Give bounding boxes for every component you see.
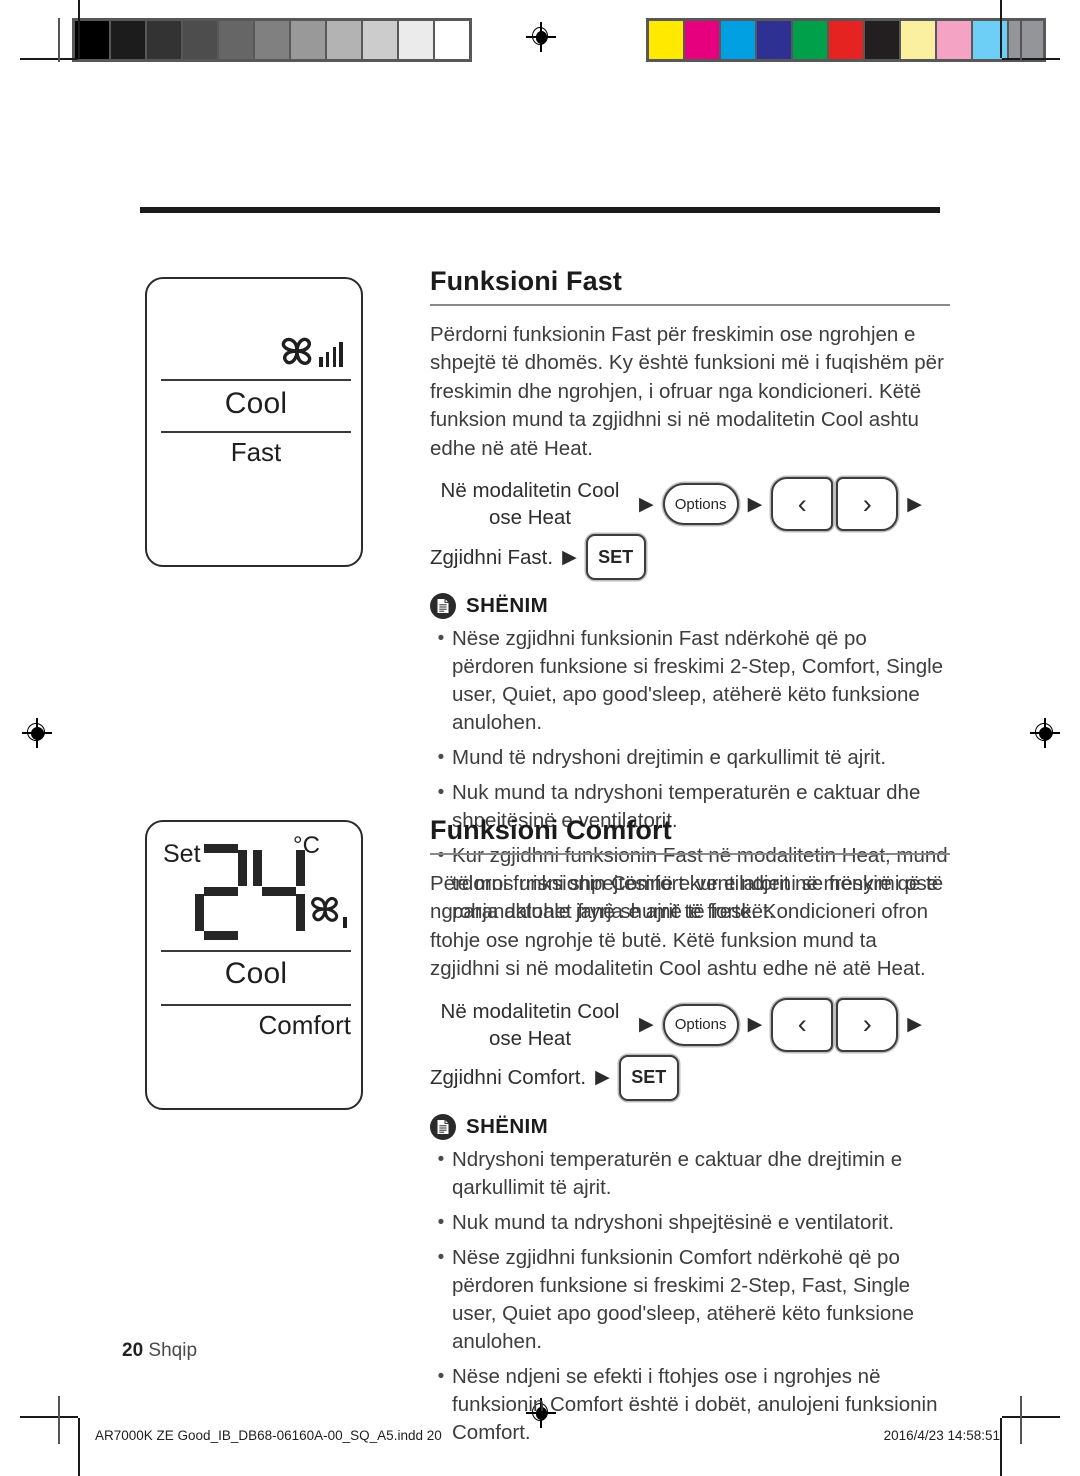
set-button[interactable]: SET (585, 534, 646, 581)
arrow-icon: ▶ (747, 493, 763, 515)
display-mode-label: Cool (224, 387, 288, 420)
print-timestamp: 2016/4/23 14:58:51 (883, 1428, 1000, 1443)
bullet-icon: • (437, 1246, 445, 1268)
note-title: SHËNIM (466, 1114, 549, 1138)
display-mode-label: Cool (224, 957, 288, 990)
step-select-label: Zgjidhni Comfort. (430, 1066, 587, 1090)
fast-step-instructions: Në modalitetin Cool ose Heat ▶ Options ▶… (430, 477, 950, 583)
arrow-icon: ▶ (639, 1014, 654, 1036)
bullet-icon: • (437, 747, 445, 769)
note-document-icon (430, 1113, 456, 1140)
seven-segment-digit-ones (253, 844, 305, 940)
fan-speed-icon (305, 890, 347, 935)
list-item: • Nëse zgjidhni funksionin Fast ndërkohë… (430, 625, 950, 737)
fan-speed-icon (275, 331, 321, 378)
step-mode-label: Në modalitetin Cool ose Heat (440, 999, 620, 1050)
note-text: Ndryshoni temperaturën e caktuar dhe dre… (452, 1147, 903, 1199)
list-item: • Mund të ndryshoni drejtimin e qarkulli… (430, 744, 950, 772)
arrow-icon: ▶ (747, 1014, 763, 1036)
bullet-icon: • (437, 1148, 445, 1170)
section-paragraph: Përdorni funksionin Fast për freskimin o… (430, 322, 944, 460)
list-item: • Nëse ndjeni se efekti i ftohjes ose i … (430, 1363, 950, 1447)
set-button[interactable]: SET (618, 1054, 679, 1101)
note-text: Nëse ndjeni se efekti i ftohjes ose i ng… (452, 1364, 938, 1444)
arrow-icon: ▶ (639, 493, 654, 515)
next-button[interactable]: › (836, 477, 899, 532)
list-item: • Nuk mund ta ndryshoni shpejtësinë e ve… (430, 1209, 950, 1237)
step-row-select: Zgjidhni Comfort. ▶ SET (430, 1052, 950, 1104)
page-language: Shqip (148, 1340, 198, 1361)
fan-speed-bars (343, 914, 350, 928)
arrow-icon: ▶ (907, 493, 922, 515)
prev-button[interactable]: ‹ (771, 997, 834, 1052)
comfort-step-instructions: Në modalitetin Cool ose Heat ▶ Options ▶… (430, 997, 950, 1104)
seven-segment-digit-tens (195, 844, 247, 940)
arrow-icon: ▶ (562, 546, 577, 568)
section-comfort: Funksioni Comfort Përdorni funksionin Co… (430, 815, 950, 1454)
page-title: Funksioni Comfort (430, 815, 672, 845)
display-function-label: Comfort (258, 1010, 351, 1040)
comfort-display-illustration: Set °C Cool Comfort (145, 820, 363, 1110)
note-header-comfort: SHËNIM (430, 1113, 950, 1140)
manual-page: Cool Fast Set °C Cool Comfort Funksioni … (0, 0, 1080, 1476)
step-row-mode: Në modalitetin Cool ose Heat ▶ Options ▶… (430, 477, 950, 532)
bullet-icon: • (437, 628, 445, 650)
title-underline (430, 304, 950, 306)
note-text: Mund të ndryshoni drejtimin e qarkullimi… (452, 746, 887, 770)
bullet-icon: • (437, 1211, 445, 1233)
step-mode-label: Në modalitetin Cool ose Heat (440, 479, 620, 530)
arrow-icon: ▶ (907, 1014, 922, 1036)
note-document-icon (430, 593, 456, 620)
page-title: Funksioni Fast (430, 266, 622, 296)
page-header-rule (140, 207, 940, 213)
note-header-fast: SHËNIM (430, 593, 950, 620)
page-footer: 20 Shqip (122, 1340, 197, 1362)
arrow-icon: ▶ (595, 1067, 610, 1089)
options-button[interactable]: Options (662, 1003, 739, 1046)
display-divider-bottom (161, 1004, 351, 1006)
note-list-comfort: • Ndryshoni temperaturën e caktuar dhe d… (430, 1146, 950, 1447)
display-divider-bottom (161, 431, 351, 433)
display-divider-top (161, 379, 351, 381)
section-paragraph: Përdorni funksionin Comfort kur e ndjeni… (430, 871, 939, 981)
next-button[interactable]: › (836, 997, 899, 1052)
list-item: • Ndryshoni temperaturën e caktuar dhe d… (430, 1146, 950, 1202)
display-divider-top (161, 950, 351, 952)
note-text: Nëse zgjidhni funksionin Fast ndërkohë q… (452, 627, 944, 735)
options-button[interactable]: Options (662, 483, 739, 526)
print-filename: AR7000K ZE Good_IB_DB68-06160A-00_SQ_A5.… (95, 1428, 442, 1443)
step-row-select: Zgjidhni Fast. ▶ SET (430, 531, 950, 583)
step-select-label: Zgjidhni Fast. (430, 545, 554, 569)
page-number: 20 (122, 1340, 144, 1361)
display-function-label: Fast (230, 437, 282, 467)
note-text: Nuk mund ta ndryshoni shpejtësinë e vent… (452, 1210, 895, 1234)
fast-display-illustration: Cool Fast (145, 277, 363, 567)
list-item: • Nëse zgjidhni funksionin Comfort ndërk… (430, 1244, 950, 1356)
note-title: SHËNIM (466, 594, 549, 618)
fan-speed-bars (319, 341, 346, 367)
prev-button[interactable]: ‹ (771, 477, 834, 532)
note-text: Nëse zgjidhni funksionin Comfort ndërkoh… (452, 1245, 915, 1353)
title-underline (430, 853, 950, 855)
step-row-mode: Në modalitetin Cool ose Heat ▶ Options ▶… (430, 997, 950, 1052)
